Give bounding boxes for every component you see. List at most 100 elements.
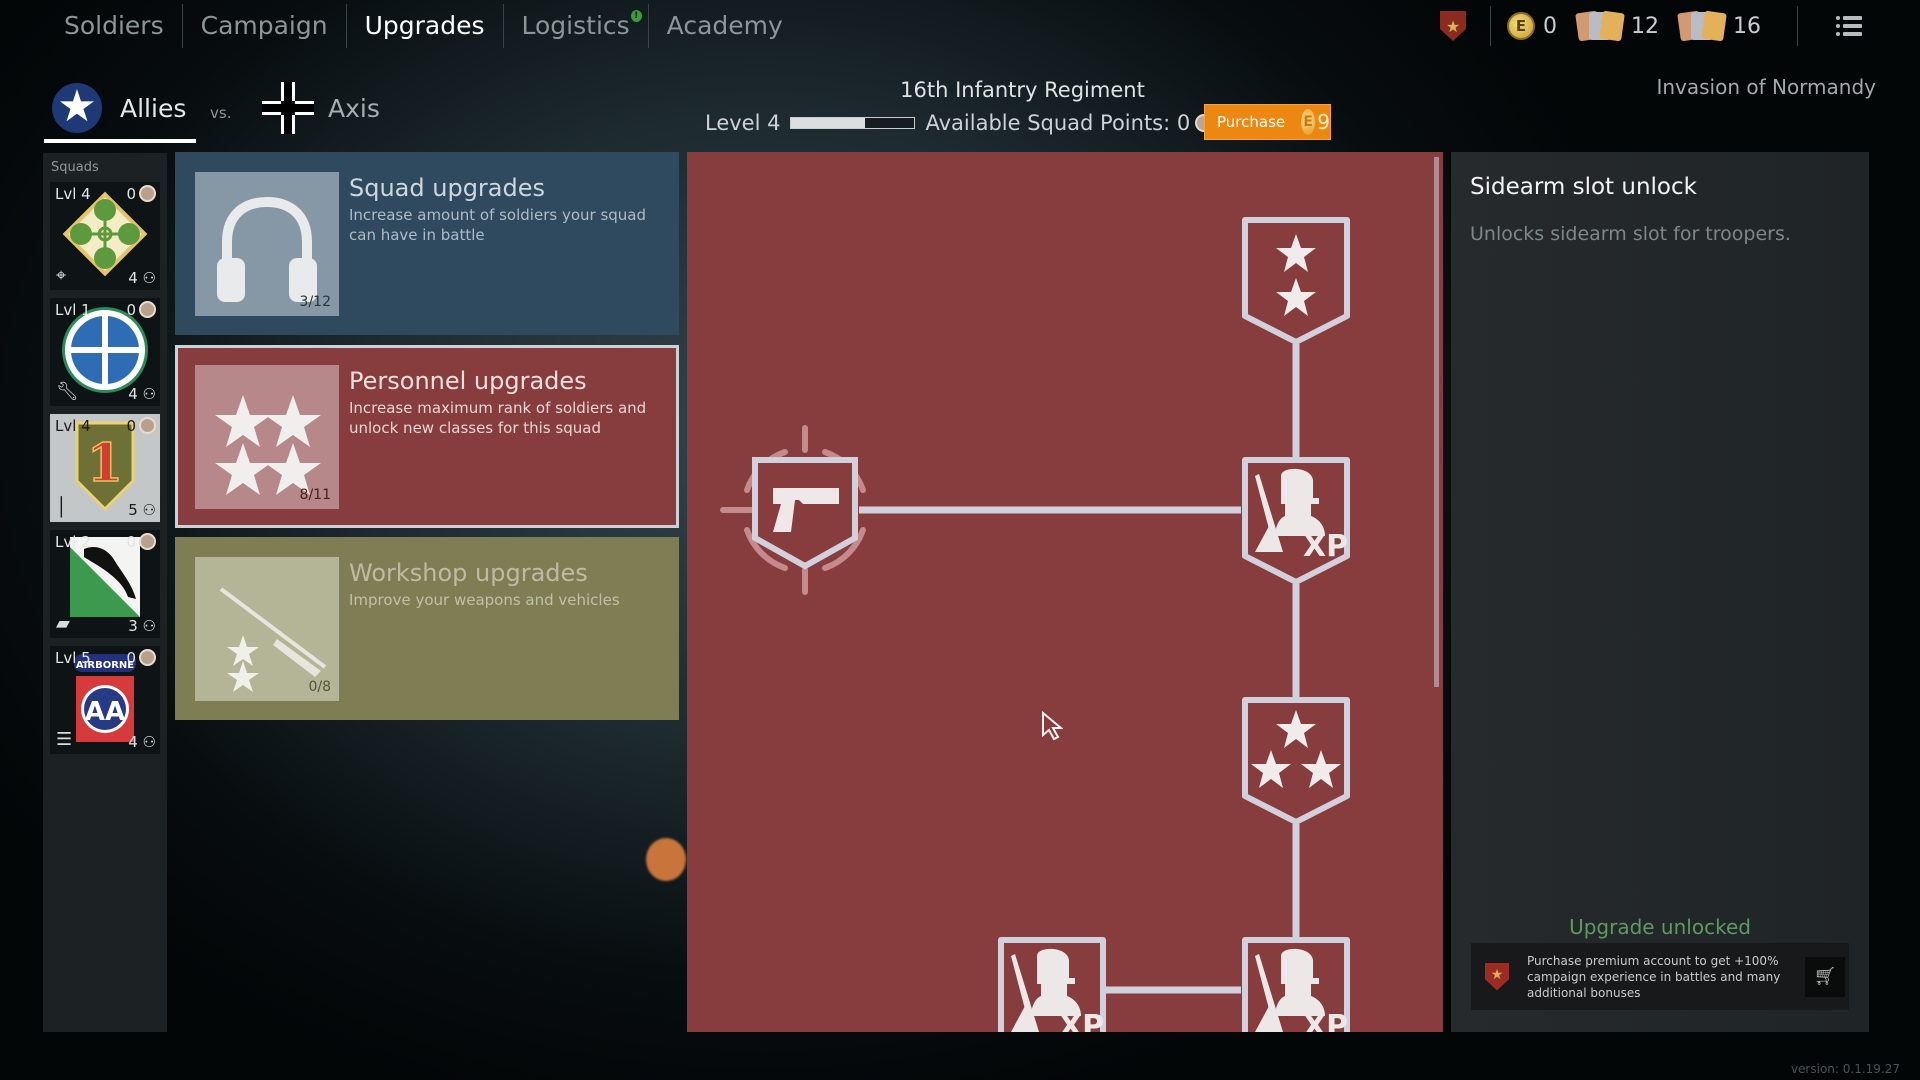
allies-label: Allies xyxy=(120,93,187,123)
squad-level: Lvl 4 xyxy=(55,417,91,435)
squad-card[interactable]: Lvl 4 0 ⌖ 4 ⚇ xyxy=(50,182,160,290)
tab-upgrades[interactable]: Upgrades xyxy=(347,4,504,48)
cart-icon: 🛒︎ xyxy=(1813,965,1837,987)
purchase-price: 9 xyxy=(1317,110,1330,134)
upgrade-details-panel: Sidearm slot unlock Unlocks sidearm slot… xyxy=(1451,152,1869,1032)
svg-text:XP: XP xyxy=(1059,1009,1104,1032)
squad-size: 4 ⚇ xyxy=(128,733,156,751)
category-workshop-upgrades[interactable]: 0/8 Workshop upgrades Improve your weapo… xyxy=(175,537,679,720)
category-squad-upgrades[interactable]: 3/12 Squad upgrades Increase amount of s… xyxy=(175,152,679,335)
svg-text:1: 1 xyxy=(87,433,123,494)
vs-label: vs. xyxy=(210,104,232,122)
soldier-orders-icon xyxy=(1677,10,1727,42)
divider xyxy=(1490,6,1491,46)
squad-point-icon xyxy=(139,185,156,202)
level-progress-fill xyxy=(791,118,866,128)
version-label: version: 0.1.19.27 xyxy=(1790,1062,1900,1076)
tab-campaign[interactable]: Campaign xyxy=(183,4,347,48)
squads-sidebar: Squads Lvl 4 0 ⌖ 4 ⚇ Lvl 1 0 🔧︎ 4 ⚇ 1 Lv… xyxy=(43,153,167,1032)
resource-bar: ★ E 0 12 16 xyxy=(1440,0,1920,52)
tab-logistics[interactable]: Logistics! xyxy=(504,4,649,48)
premium-shield-icon[interactable]: ★ xyxy=(1440,11,1466,41)
squad-size: 5 ⚇ xyxy=(128,501,156,519)
faction-axis[interactable]: Axis xyxy=(262,82,380,134)
regiment-name: 16th Infantry Regiment xyxy=(900,78,1145,102)
squad-point-icon xyxy=(139,649,156,666)
gold-coin-icon: E xyxy=(1507,12,1535,40)
allies-star-icon: ★ xyxy=(52,83,102,133)
soldier-orders-value: 16 xyxy=(1733,13,1761,39)
upgrade-status: Upgrade unlocked xyxy=(1569,915,1751,939)
regiment-level-row: Level 4 Available Squad Points: 0 xyxy=(705,108,1214,138)
axis-label: Axis xyxy=(328,93,380,123)
person-icon: ⚇ xyxy=(142,269,156,287)
squad-points-label: Available Squad Points: 0 xyxy=(925,111,1191,135)
squad-point-icon xyxy=(139,417,156,434)
squad-points: 0 xyxy=(126,417,136,435)
headphones-icon: 3/12 xyxy=(195,172,339,316)
tab-academy[interactable]: Academy xyxy=(649,4,801,48)
squad-points: 0 xyxy=(126,533,136,551)
premium-promo: ★ Purchase premium account to get +100% … xyxy=(1471,943,1849,1010)
person-icon: ⚇ xyxy=(142,385,156,403)
squad-card[interactable]: Lvl 1 0 🔧︎ 4 ⚇ xyxy=(50,298,160,406)
squad-card[interactable]: AIRBORNE AA Lvl 5 0 ☰ 4 ⚇ xyxy=(50,646,160,754)
squad-size: 4 ⚇ xyxy=(128,269,156,287)
squad-size-value: 3 xyxy=(128,617,138,635)
category-title: Squad upgrades xyxy=(349,174,546,202)
person-icon: ⚇ xyxy=(142,733,156,751)
tab-logistics-label: Logistics xyxy=(521,11,630,40)
upgrade-title: Sidearm slot unlock xyxy=(1470,174,1697,200)
squad-size-value: 4 xyxy=(128,733,138,751)
wrench-icon: 🔧︎ xyxy=(56,381,79,402)
squad-size: 4 ⚇ xyxy=(128,385,156,403)
mouse-cursor-icon xyxy=(1041,710,1064,745)
cart-button[interactable]: 🛒︎ xyxy=(1805,956,1845,997)
level-progress-bar xyxy=(790,117,916,129)
squad-point-icon xyxy=(139,301,156,318)
weapon-orders-value: 12 xyxy=(1631,13,1659,39)
promo-text: Purchase premium account to get +100% ca… xyxy=(1527,953,1781,1000)
squad-card[interactable]: Lvl 2 0 ▰ 3 ⚇ xyxy=(50,530,160,638)
tank-icon: ▰ xyxy=(56,613,70,634)
category-personnel-upgrades[interactable]: 8/11 Personnel upgrades Increase maximum… xyxy=(175,345,679,528)
gold-value: 0 xyxy=(1543,13,1557,39)
upgrade-count: 8/11 xyxy=(299,487,331,503)
tree-scrollbar[interactable] xyxy=(1434,157,1439,687)
person-icon: ⚇ xyxy=(142,617,156,635)
campaign-name: Invasion of Normandy xyxy=(1656,75,1876,99)
person-icon: ⚇ xyxy=(142,501,156,519)
svg-text:AA: AA xyxy=(85,697,125,727)
squad-level: Lvl 1 xyxy=(55,301,91,319)
squads-title: Squads xyxy=(51,160,99,175)
squad-points: 0 xyxy=(126,301,136,319)
squad-size: 3 ⚇ xyxy=(128,617,156,635)
light-flare xyxy=(646,838,686,881)
level-label: Level 4 xyxy=(705,111,781,135)
faction-selected-underline xyxy=(44,139,196,143)
squad-size-value: 4 xyxy=(128,269,138,287)
squad-size-value: 5 xyxy=(128,501,138,519)
squad-point-icon xyxy=(139,533,156,550)
squad-card-selected[interactable]: 1 Lvl 4 0 │ 5 ⚇ xyxy=(50,414,160,522)
premium-shield-icon: ★ xyxy=(1485,962,1509,991)
purchase-button[interactable]: Purchase E 9 xyxy=(1204,104,1331,140)
gold-coin-icon: E xyxy=(1301,109,1316,135)
crosshair-icon: ⌖ xyxy=(56,265,67,286)
list-icon: ☰ xyxy=(56,729,73,750)
bullet-icon: │ xyxy=(56,497,67,518)
purchase-label: Purchase xyxy=(1217,113,1286,131)
squad-level: Lvl 2 xyxy=(55,533,91,551)
divider xyxy=(1797,6,1798,46)
squad-points: 0 xyxy=(126,649,136,667)
list-icon[interactable] xyxy=(1836,16,1862,36)
main-nav: Soldiers Campaign Upgrades Logistics! Ac… xyxy=(46,0,801,52)
upgrade-description: Unlocks sidearm slot for troopers. xyxy=(1470,223,1791,245)
weapon-orders-icon xyxy=(1575,10,1625,42)
category-desc: Increase amount of soldiers your squad c… xyxy=(349,206,646,244)
tab-soldiers[interactable]: Soldiers xyxy=(46,4,183,48)
four-stars-icon: 8/11 xyxy=(195,365,339,509)
faction-allies[interactable]: ★ Allies xyxy=(52,82,186,134)
notification-badge: ! xyxy=(630,10,642,22)
rifle-stars-icon: 0/8 xyxy=(195,557,339,701)
